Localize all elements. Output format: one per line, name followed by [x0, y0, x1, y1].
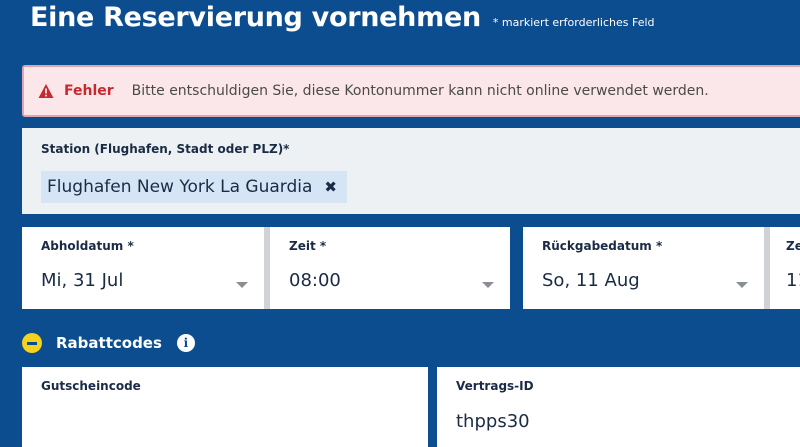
station-chip-text: Flughafen New York La Guardia: [47, 177, 313, 197]
pickup-date-label: Abholdatum *: [41, 239, 134, 253]
pickup-date-select[interactable]: Abholdatum * Mi, 31 Jul: [22, 227, 264, 309]
station-field[interactable]: Station (Flughafen, Stadt oder PLZ)* Flu…: [22, 128, 800, 214]
voucher-code-label: Gutscheincode: [41, 379, 141, 393]
contract-id-value: thpps30: [456, 411, 530, 432]
page-title: Eine Reservierung vornehmen: [30, 2, 481, 33]
info-icon[interactable]: i: [176, 334, 195, 352]
return-date-label: Rückgabedatum *: [542, 239, 663, 253]
pickup-time-label: Zeit *: [289, 239, 327, 253]
chevron-down-icon: [236, 282, 248, 288]
contract-id-field[interactable]: Vertrags-ID thpps30: [437, 367, 800, 447]
pickup-time-select[interactable]: Zeit * 08:00: [270, 227, 510, 309]
minus-circle-icon[interactable]: [22, 333, 42, 353]
chevron-down-icon: [736, 282, 748, 288]
page-header: Eine Reservierung vornehmen * markiert e…: [30, 2, 655, 33]
contract-id-label: Vertrags-ID: [456, 379, 534, 393]
return-time-value: 11:: [786, 270, 800, 291]
return-time-label: Ze: [786, 239, 800, 253]
error-label: Fehler: [64, 83, 114, 99]
chevron-down-icon: [482, 282, 494, 288]
return-time-select[interactable]: Ze 11:: [770, 227, 800, 309]
pickup-time-value: 08:00: [289, 270, 341, 291]
station-chip: Flughafen New York La Guardia ✖: [41, 171, 347, 203]
return-date-select[interactable]: Rückgabedatum * So, 11 Aug: [523, 227, 764, 309]
voucher-code-field[interactable]: Gutscheincode: [22, 367, 428, 447]
error-banner: Fehler Bitte entschuldigen Sie, diese Ko…: [22, 65, 800, 117]
discount-codes-header: Rabattcodes i: [22, 333, 195, 353]
pickup-date-value: Mi, 31 Jul: [41, 270, 124, 291]
error-message: Bitte entschuldigen Sie, diese Kontonumm…: [131, 83, 709, 99]
required-field-note: * markiert erforderliches Feld: [492, 16, 655, 29]
warning-triangle-icon: [38, 83, 54, 99]
discount-codes-label[interactable]: Rabattcodes: [56, 334, 162, 352]
remove-station-icon[interactable]: ✖: [324, 178, 337, 196]
station-label: Station (Flughafen, Stadt oder PLZ)*: [41, 142, 290, 156]
return-date-value: So, 11 Aug: [542, 270, 640, 291]
